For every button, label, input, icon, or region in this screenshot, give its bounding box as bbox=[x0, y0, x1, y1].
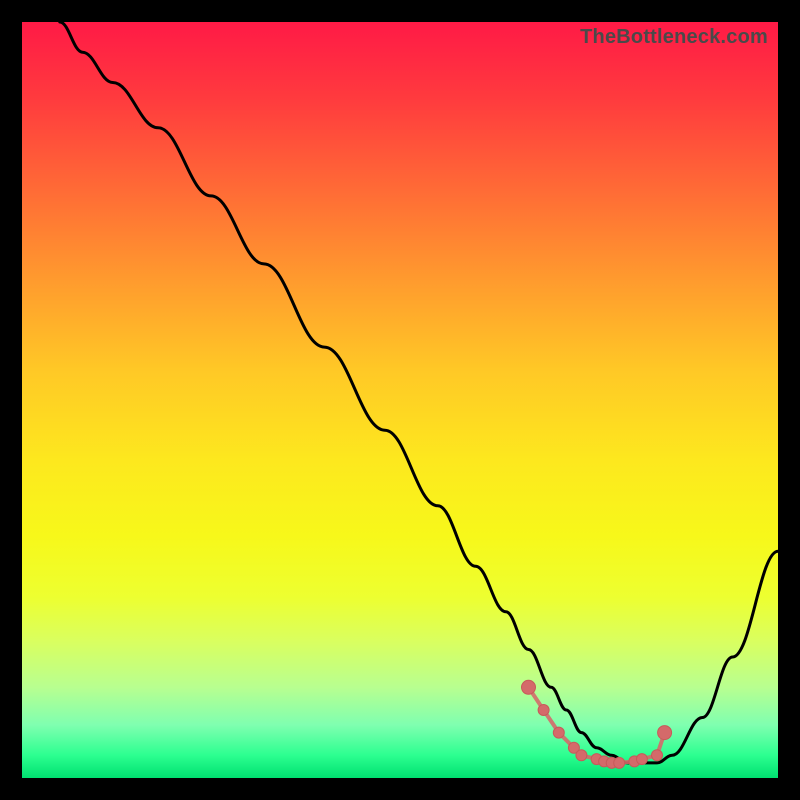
marker-dot bbox=[658, 726, 672, 740]
marker-dot bbox=[522, 680, 536, 694]
marker-dot bbox=[576, 750, 587, 761]
marker-dot bbox=[636, 754, 647, 765]
marker-dot bbox=[614, 757, 625, 768]
marker-dot bbox=[652, 750, 663, 761]
plot-area: TheBottleneck.com bbox=[22, 22, 778, 778]
marker-connector bbox=[529, 687, 665, 763]
bottleneck-curve bbox=[60, 22, 778, 763]
marker-dot bbox=[553, 727, 564, 738]
chart-frame: TheBottleneck.com bbox=[0, 0, 800, 800]
marker-dot bbox=[538, 705, 549, 716]
curve-layer bbox=[22, 22, 778, 778]
marker-dots bbox=[522, 680, 672, 768]
